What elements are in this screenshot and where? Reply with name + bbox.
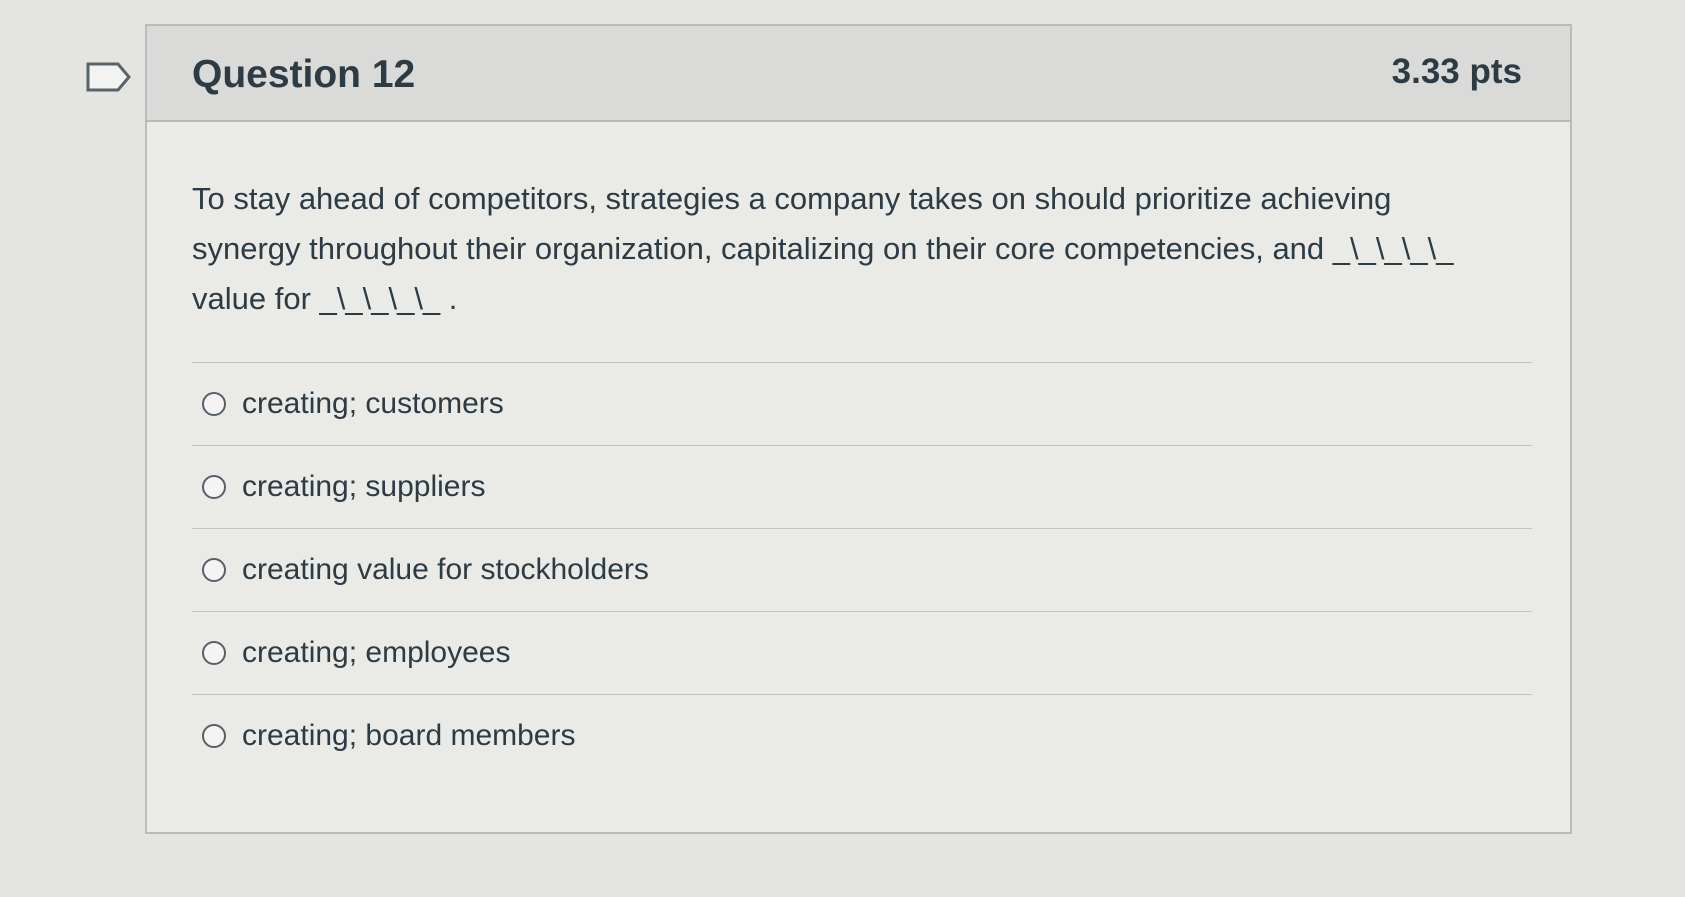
radio-button-icon[interactable] xyxy=(202,475,226,499)
question-body: To stay ahead of competitors, strategies… xyxy=(147,122,1570,777)
answer-label: creating; employees xyxy=(242,636,511,669)
answer-option[interactable]: creating; board members xyxy=(192,695,1532,777)
flag-icon[interactable] xyxy=(86,62,132,92)
question-card: Question 12 3.33 pts To stay ahead of co… xyxy=(145,24,1572,834)
answer-option[interactable]: creating; employees xyxy=(192,612,1532,694)
question-points: 3.33 pts xyxy=(1391,52,1522,91)
answer-label: creating value for stockholders xyxy=(242,553,649,586)
radio-button-icon[interactable] xyxy=(202,392,226,416)
answer-option[interactable]: creating value for stockholders xyxy=(192,529,1532,611)
answer-option[interactable]: creating; suppliers xyxy=(192,446,1532,528)
question-text: To stay ahead of competitors, strategies… xyxy=(192,181,1463,316)
radio-button-icon[interactable] xyxy=(202,641,226,665)
question-title: Question 12 xyxy=(192,53,416,96)
radio-button-icon[interactable] xyxy=(202,558,226,582)
question-header: Question 12 3.33 pts xyxy=(147,26,1570,122)
answer-list: creating; customers creating; suppliers … xyxy=(192,362,1532,777)
answer-label: creating; customers xyxy=(242,387,504,420)
answer-label: creating; board members xyxy=(242,719,576,752)
radio-button-icon[interactable] xyxy=(202,724,226,748)
answer-option[interactable]: creating; customers xyxy=(192,363,1532,445)
answer-label: creating; suppliers xyxy=(242,470,486,503)
